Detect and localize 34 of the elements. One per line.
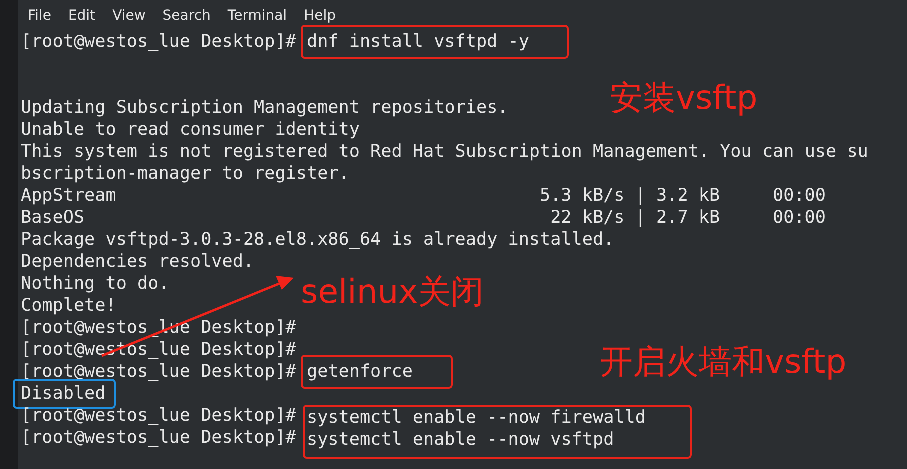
output-text: Package vsftpd-3.0.3-28.el8.x86_64 is already installed. [21, 229, 614, 251]
annotation-text: 开启火墙和vsftp [600, 343, 847, 381]
output-text: Disabled [13, 379, 116, 409]
output-text: Nothing to do. [21, 273, 170, 295]
annotation-text: 安装vsftp [610, 79, 758, 117]
download-size: 3.2 kB [656, 185, 720, 207]
elapsed-time: 00:00 [773, 207, 826, 229]
download-rate: 22 kB/s [550, 207, 625, 229]
menu-item[interactable]: Terminal [228, 8, 288, 24]
annotation-text: selinux关闭 [301, 273, 484, 311]
menu-item[interactable]: Help [304, 8, 336, 24]
command-text: systemctl enable --now vsftpd [306, 429, 614, 451]
shell-prompt: [root@westos_lue Desktop]# [21, 31, 296, 53]
menu-item[interactable]: File [28, 8, 52, 24]
download-size: 2.7 kB [656, 207, 720, 229]
repo-name: AppStream [21, 185, 116, 207]
command-text: dnf install vsftpd -y [300, 25, 570, 59]
repo-name: BaseOS [21, 207, 85, 229]
output-text: Updating Subscription Management repositories. [21, 97, 508, 119]
output-text: bscription-manager to register. [21, 163, 350, 185]
elapsed-time: 00:00 [773, 185, 826, 207]
shell-prompt: [root@westos_lue Desktop]# [21, 427, 296, 449]
output-text: Unable to read consumer identity [21, 119, 360, 141]
menu-item[interactable]: Edit [68, 8, 96, 24]
output-text: Complete! [21, 295, 116, 317]
menu-item[interactable]: Search [162, 8, 211, 24]
column-separator: | [635, 207, 646, 229]
download-rate: 5.3 kB/s [540, 185, 625, 207]
output-text: This system is not registered to Red Hat Subscription Management. You can use su [21, 141, 868, 163]
menu-item[interactable]: View [112, 8, 146, 24]
command-text: getenforce [300, 355, 453, 389]
output-text: Dependencies resolved. [21, 251, 254, 273]
column-separator: | [635, 185, 646, 207]
command-text: systemctl enable --now firewalld [306, 407, 646, 429]
